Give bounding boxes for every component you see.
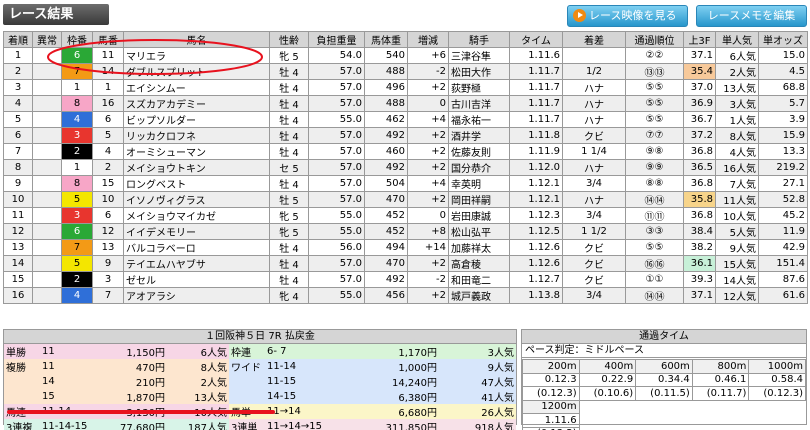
payout-row: 複勝 11 470円 8人気 ワイド 11-14 1,000円 9人気 [4, 359, 516, 374]
payout-title: １回阪神５日 7R 払戻金 [4, 330, 516, 344]
payout-cell: 918人気 [439, 419, 516, 430]
payout-cell: 26人気 [439, 404, 516, 419]
payout-cell [229, 374, 265, 389]
payout-cell: 6,680円 [331, 404, 439, 419]
distance-label: 1200m [522, 399, 580, 414]
lap-time: 0.22.9 [578, 372, 637, 387]
distance-label: 200m [522, 359, 580, 374]
lap-time: (0.11.7) [691, 386, 750, 401]
distance-label: 800m [691, 359, 750, 374]
distance-label: 400m [578, 359, 637, 374]
payout-cell: 13人気 [167, 389, 229, 404]
lap-time: (0.12.3) [748, 386, 806, 401]
payout-cell: 14 [40, 374, 94, 389]
payout-cell: 210円 [94, 374, 167, 389]
payout-cell: 470円 [94, 359, 167, 374]
distance-label: 1000m [748, 359, 806, 374]
passing-row: 0.12.3 0.22.9 0.34.4 0.46.1 0.58.4 [522, 372, 806, 387]
lap-time: 1.11.6 [522, 413, 580, 428]
pace-judgement: ペース判定：ミドルペース [522, 344, 806, 358]
payout-cell: 11→14→15 [265, 419, 331, 430]
payout-cell: 枠連 [229, 344, 265, 359]
payout-row: 15 1,870円 13人気 14-15 6,380円 41人気 [4, 389, 516, 404]
payout-cell: ワイド [229, 359, 265, 374]
payout-cell: 単勝 [4, 344, 40, 359]
payout-cell: 41人気 [439, 389, 516, 404]
payout-cell: 2人気 [167, 374, 229, 389]
payout-cell: 6,380円 [331, 389, 439, 404]
lap-time: 0.34.4 [635, 372, 693, 387]
passing-row: (0.12.3) (0.10.6) (0.11.5) (0.11.7) (0.12.3) [522, 386, 806, 401]
payout-cell: 187人気 [167, 419, 229, 430]
payout-cell: 1,870円 [94, 389, 167, 404]
passing-row: 1.11.6 [522, 413, 806, 428]
lap-time: (0.10.6) [578, 386, 637, 401]
payout-cell: 14,240円 [331, 374, 439, 389]
passing-title: 通過タイム [522, 330, 806, 344]
payout-cell: 3連複 [4, 419, 40, 430]
payout-table: 単勝 11 1,150円 6人気 枠連 6- 7 1,170円 3人気 複勝 11 470円 8人気ワ… [4, 344, 516, 430]
payout-cell: 11-14-15 [40, 419, 94, 430]
payout-cell: 14-15 [265, 389, 331, 404]
payout-cell: 6人気 [167, 344, 229, 359]
payout-cell: 15 [40, 389, 94, 404]
distance-label: 600m [635, 359, 693, 374]
payout-cell: 1,150円 [94, 344, 167, 359]
passing-time-panel: 通過タイム ペース判定：ミドルペース 200m 400m 600m 800m 1000m… [521, 329, 807, 430]
lap-time: 0.58.4 [748, 372, 806, 387]
payout-cell: 311,850円 [331, 419, 439, 430]
lap-time: (0.11.5) [635, 386, 693, 401]
payout-cell: 6- 7 [265, 344, 331, 359]
payout-cell: 11-15 [265, 374, 331, 389]
payout-cell: 1,000円 [331, 359, 439, 374]
payout-cell: 11-14 [265, 359, 331, 374]
passing-row: 1200m [522, 399, 806, 414]
lap-time: 0.46.1 [691, 372, 750, 387]
payout-cell: 1,170円 [331, 344, 439, 359]
lap-time: 0.12.3 [522, 372, 580, 387]
payout-row: 3連複 11-14-15 77,680円 187人気 3連単 11→14→15 311,85… [4, 419, 516, 430]
payout-cell: 9人気 [439, 359, 516, 374]
payout-cell: 3人気 [439, 344, 516, 359]
passing-row: 200m 400m 600m 800m 1000m [522, 359, 806, 374]
payout-cell: 8人気 [167, 359, 229, 374]
payout-row: 単勝 11 1,150円 6人気 枠連 6- 7 1,170円 3人気 [4, 344, 516, 359]
payout-cell [4, 389, 40, 404]
payout-row: 14 210円 2人気 11-15 14,240円 47人気 [4, 374, 516, 389]
passing-time-grid: 200m 400m 600m 800m 1000m 0.12.3 0.22.9 0.34.4 0… [522, 359, 806, 430]
payout-cell: 77,680円 [94, 419, 167, 430]
payout-cell: 3連単 [229, 419, 265, 430]
payout-cell [229, 389, 265, 404]
red-circle-annotation [47, 39, 263, 75]
payout-cell: 11 [40, 344, 94, 359]
payout-cell: 47人気 [439, 374, 516, 389]
payout-cell: 11 [40, 359, 94, 374]
payout-cell: 複勝 [4, 359, 40, 374]
red-underline-annotation [7, 410, 275, 414]
lap-time: (0.12.3) [522, 386, 580, 401]
payout-cell [4, 374, 40, 389]
